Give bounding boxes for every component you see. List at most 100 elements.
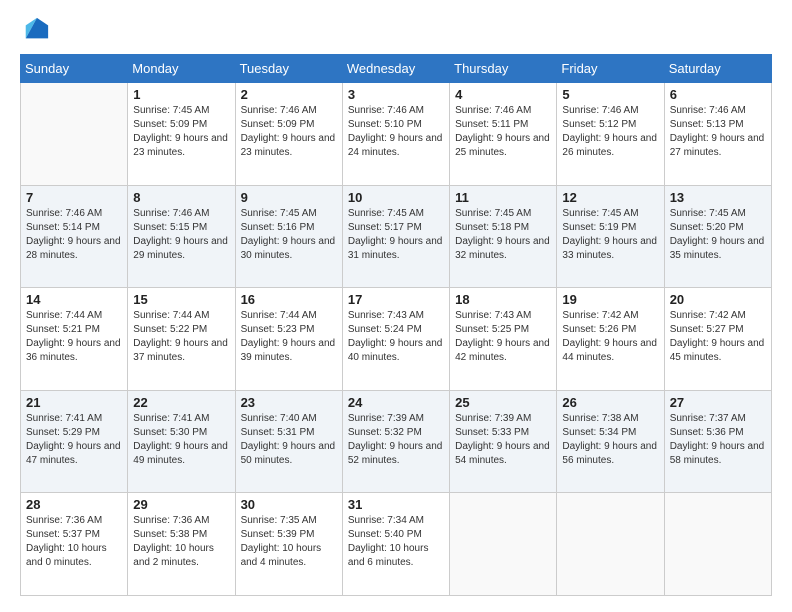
day-number: 3 [348,87,444,102]
calendar-cell: 10 Sunrise: 7:45 AMSunset: 5:17 PMDayligh… [342,185,449,288]
calendar-cell: 13 Sunrise: 7:45 AMSunset: 5:20 PMDayligh… [664,185,771,288]
calendar-cell: 2 Sunrise: 7:46 AMSunset: 5:09 PMDaylight… [235,83,342,186]
weekday-header-wednesday: Wednesday [342,55,449,83]
day-info: Sunrise: 7:45 AMSunset: 5:19 PMDaylight:… [562,207,658,263]
day-info: Sunrise: 7:42 AMSunset: 5:27 PMDaylight:… [670,309,766,365]
calendar-cell: 30 Sunrise: 7:35 AMSunset: 5:39 PMDayligh… [235,493,342,596]
day-info: Sunrise: 7:45 AMSunset: 5:20 PMDaylight:… [670,207,766,263]
day-number: 27 [670,395,766,410]
calendar-week-5: 28 Sunrise: 7:36 AMSunset: 5:37 PMDayligh… [21,493,772,596]
calendar-cell: 20 Sunrise: 7:42 AMSunset: 5:27 PMDayligh… [664,288,771,391]
day-number: 8 [133,190,229,205]
calendar-cell [450,493,557,596]
day-info: Sunrise: 7:46 AMSunset: 5:13 PMDaylight:… [670,104,766,160]
day-info: Sunrise: 7:46 AMSunset: 5:10 PMDaylight:… [348,104,444,160]
calendar-cell: 21 Sunrise: 7:41 AMSunset: 5:29 PMDayligh… [21,390,128,493]
calendar-cell: 19Sunrise: 7:42 AMSunset: 5:26 PMDayligh… [557,288,664,391]
calendar-cell: 31 Sunrise: 7:34 AMSunset: 5:40 PMDayligh… [342,493,449,596]
day-number: 18 [455,292,551,307]
day-number: 2 [241,87,337,102]
calendar-cell: 8 Sunrise: 7:46 AMSunset: 5:15 PMDaylight… [128,185,235,288]
calendar-cell: 7Sunrise: 7:46 AMSunset: 5:14 PMDaylight… [21,185,128,288]
calendar-cell: 4Sunrise: 7:46 AMSunset: 5:11 PMDaylight… [450,83,557,186]
weekday-header-sunday: Sunday [21,55,128,83]
day-info: Sunrise: 7:41 AMSunset: 5:30 PMDaylight:… [133,412,229,468]
day-info: Sunrise: 7:41 AMSunset: 5:29 PMDaylight:… [26,412,122,468]
day-info: Sunrise: 7:40 AMSunset: 5:31 PMDaylight:… [241,412,337,468]
weekday-header-monday: Monday [128,55,235,83]
day-info: Sunrise: 7:38 AMSunset: 5:34 PMDaylight:… [562,412,658,468]
day-info: Sunrise: 7:36 AMSunset: 5:38 PMDaylight:… [133,514,229,570]
day-info: Sunrise: 7:45 AMSunset: 5:09 PMDaylight:… [133,104,229,160]
day-info: Sunrise: 7:44 AMSunset: 5:23 PMDaylight:… [241,309,337,365]
calendar-cell: 14 Sunrise: 7:44 AMSunset: 5:21 PMDayligh… [21,288,128,391]
day-info: Sunrise: 7:46 AMSunset: 5:12 PMDaylight:… [562,104,658,160]
day-number: 26 [562,395,658,410]
day-info: Sunrise: 7:46 AMSunset: 5:09 PMDaylight:… [241,104,337,160]
day-number: 24 [348,395,444,410]
day-number: 31 [348,497,444,512]
day-info: Sunrise: 7:44 AMSunset: 5:21 PMDaylight:… [26,309,122,365]
calendar-table: SundayMondayTuesdayWednesdayThursdayFrid… [20,54,772,596]
day-info: Sunrise: 7:37 AMSunset: 5:36 PMDaylight:… [670,412,766,468]
day-info: Sunrise: 7:45 AMSunset: 5:18 PMDaylight:… [455,207,551,263]
calendar-cell [21,83,128,186]
calendar-week-3: 14 Sunrise: 7:44 AMSunset: 5:21 PMDayligh… [21,288,772,391]
calendar-week-1: 1 Sunrise: 7:45 AMSunset: 5:09 PMDaylight… [21,83,772,186]
calendar-cell: 18 Sunrise: 7:43 AMSunset: 5:25 PMDayligh… [450,288,557,391]
day-number: 1 [133,87,229,102]
day-number: 15 [133,292,229,307]
day-info: Sunrise: 7:45 AMSunset: 5:17 PMDaylight:… [348,207,444,263]
day-number: 29 [133,497,229,512]
day-number: 21 [26,395,122,410]
day-number: 9 [241,190,337,205]
calendar-cell: 16Sunrise: 7:44 AMSunset: 5:23 PMDayligh… [235,288,342,391]
logo-icon [22,16,50,44]
calendar-cell: 9 Sunrise: 7:45 AMSunset: 5:16 PMDaylight… [235,185,342,288]
calendar-cell: 17Sunrise: 7:43 AMSunset: 5:24 PMDayligh… [342,288,449,391]
day-info: Sunrise: 7:46 AMSunset: 5:15 PMDaylight:… [133,207,229,263]
day-number: 25 [455,395,551,410]
day-number: 13 [670,190,766,205]
header [20,16,772,44]
day-info: Sunrise: 7:43 AMSunset: 5:24 PMDaylight:… [348,309,444,365]
calendar-cell: 22 Sunrise: 7:41 AMSunset: 5:30 PMDayligh… [128,390,235,493]
calendar-week-2: 7Sunrise: 7:46 AMSunset: 5:14 PMDaylight… [21,185,772,288]
calendar-cell: 5Sunrise: 7:46 AMSunset: 5:12 PMDaylight… [557,83,664,186]
day-info: Sunrise: 7:45 AMSunset: 5:16 PMDaylight:… [241,207,337,263]
day-number: 10 [348,190,444,205]
calendar-cell: 26 Sunrise: 7:38 AMSunset: 5:34 PMDayligh… [557,390,664,493]
weekday-header-tuesday: Tuesday [235,55,342,83]
day-info: Sunrise: 7:43 AMSunset: 5:25 PMDaylight:… [455,309,551,365]
day-info: Sunrise: 7:46 AMSunset: 5:14 PMDaylight:… [26,207,122,263]
calendar-cell: 3 Sunrise: 7:46 AMSunset: 5:10 PMDaylight… [342,83,449,186]
day-number: 4 [455,87,551,102]
day-info: Sunrise: 7:44 AMSunset: 5:22 PMDaylight:… [133,309,229,365]
day-info: Sunrise: 7:36 AMSunset: 5:37 PMDaylight:… [26,514,122,570]
day-number: 28 [26,497,122,512]
day-number: 30 [241,497,337,512]
calendar-cell: 29 Sunrise: 7:36 AMSunset: 5:38 PMDayligh… [128,493,235,596]
day-info: Sunrise: 7:39 AMSunset: 5:33 PMDaylight:… [455,412,551,468]
calendar-cell: 23 Sunrise: 7:40 AMSunset: 5:31 PMDayligh… [235,390,342,493]
calendar-cell: 6 Sunrise: 7:46 AMSunset: 5:13 PMDaylight… [664,83,771,186]
day-number: 6 [670,87,766,102]
calendar-cell: 24Sunrise: 7:39 AMSunset: 5:32 PMDayligh… [342,390,449,493]
day-number: 12 [562,190,658,205]
page: SundayMondayTuesdayWednesdayThursdayFrid… [0,0,792,612]
logo [20,16,50,44]
calendar-cell [557,493,664,596]
day-number: 20 [670,292,766,307]
day-info: Sunrise: 7:34 AMSunset: 5:40 PMDaylight:… [348,514,444,570]
day-number: 19 [562,292,658,307]
weekday-header-row: SundayMondayTuesdayWednesdayThursdayFrid… [21,55,772,83]
calendar-cell: 12 Sunrise: 7:45 AMSunset: 5:19 PMDayligh… [557,185,664,288]
day-number: 23 [241,395,337,410]
day-info: Sunrise: 7:35 AMSunset: 5:39 PMDaylight:… [241,514,337,570]
day-number: 14 [26,292,122,307]
day-number: 11 [455,190,551,205]
weekday-header-friday: Friday [557,55,664,83]
calendar-cell: 25 Sunrise: 7:39 AMSunset: 5:33 PMDayligh… [450,390,557,493]
day-number: 22 [133,395,229,410]
weekday-header-thursday: Thursday [450,55,557,83]
